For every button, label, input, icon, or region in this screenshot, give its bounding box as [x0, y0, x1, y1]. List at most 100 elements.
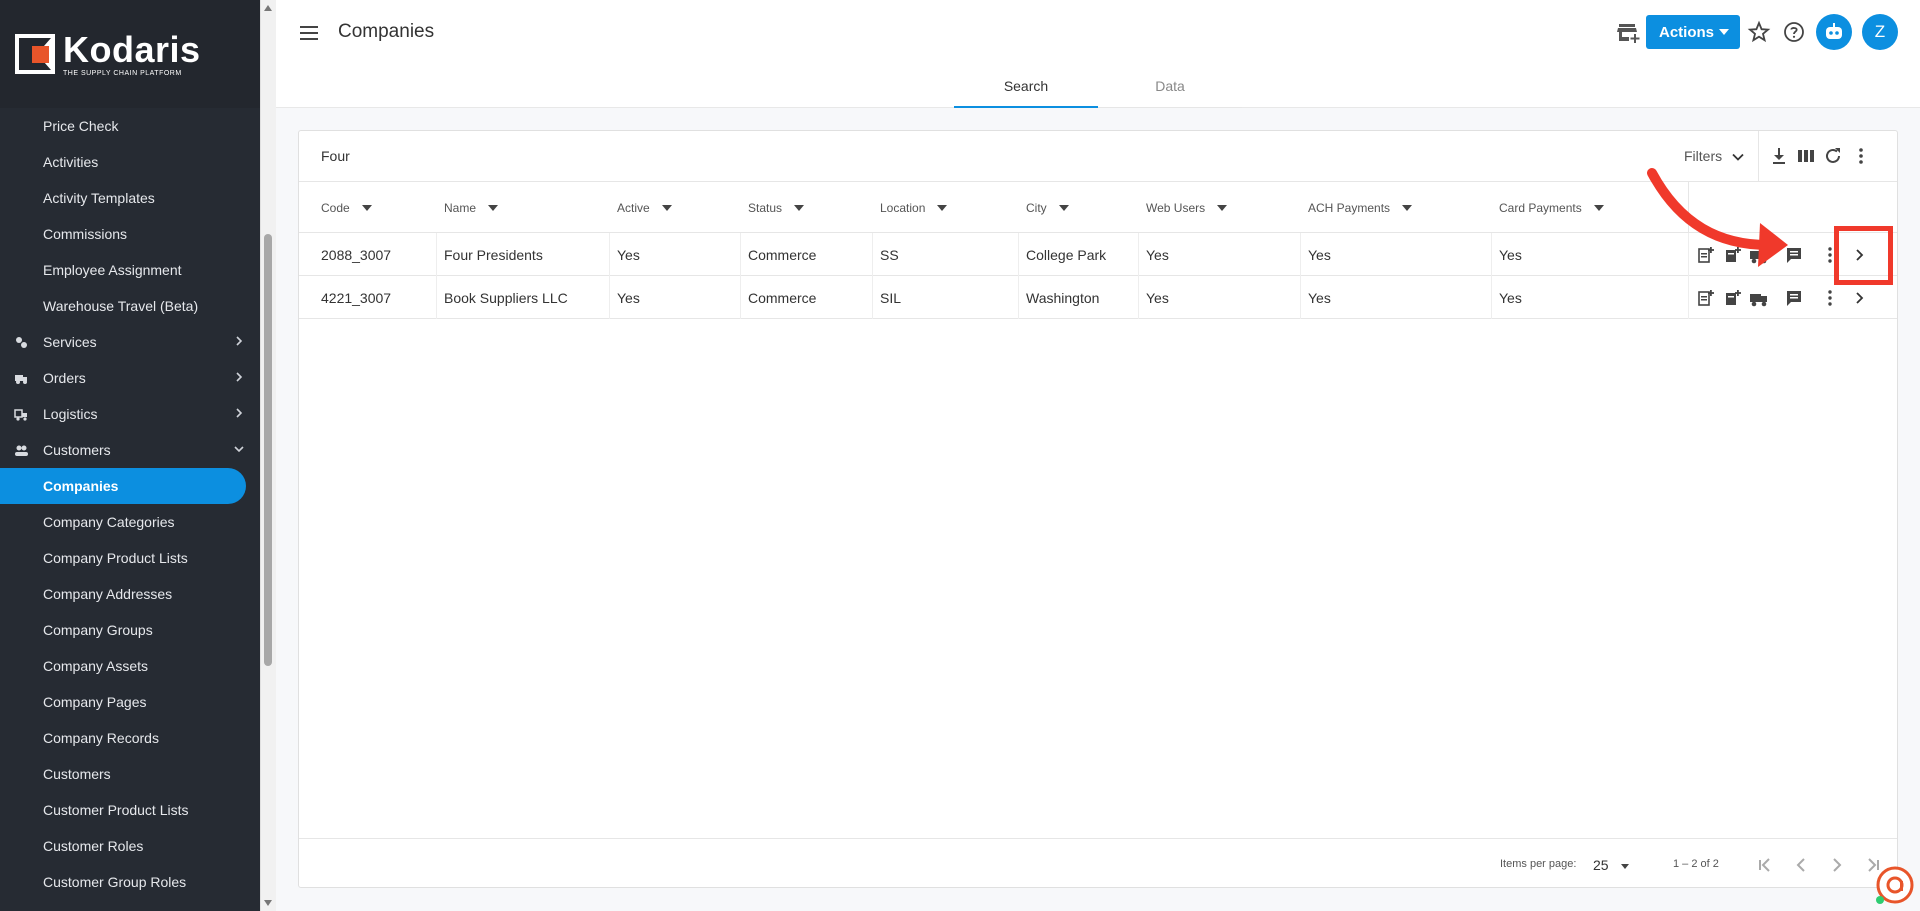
sidebar-item-customers[interactable]: Customers: [0, 756, 260, 792]
column-header-ach-payments[interactable]: ACH Payments: [1308, 182, 1413, 233]
sidebar-item-company-groups[interactable]: Company Groups: [0, 612, 260, 648]
previous-page-icon[interactable]: [1791, 855, 1811, 875]
column-header-label: Code: [321, 200, 350, 215]
truck-icon: [15, 375, 27, 384]
scroll-up-arrow-icon[interactable]: [262, 2, 274, 14]
items-per-page-label: Items per page:: [1500, 858, 1577, 870]
columns-icon[interactable]: [1795, 145, 1817, 167]
sidebar-item-customers[interactable]: Customers: [0, 432, 260, 468]
first-page-icon[interactable]: [1755, 855, 1775, 875]
column-header-code[interactable]: Code: [321, 182, 372, 233]
column-header-name[interactable]: Name: [444, 182, 499, 233]
sidebar-item-price-check[interactable]: Price Check: [0, 108, 260, 144]
tab-data[interactable]: Data: [1098, 70, 1242, 108]
download-icon[interactable]: [1768, 145, 1790, 167]
sidebar-item-company-addresses[interactable]: Company Addresses: [0, 576, 260, 612]
sort-caret-icon[interactable]: [661, 204, 672, 211]
sidebar-item-company-categories[interactable]: Company Categories: [0, 504, 260, 540]
next-page-icon[interactable]: [1827, 855, 1847, 875]
comment-icon[interactable]: [1784, 288, 1804, 308]
kodaris-logo-icon: [15, 34, 55, 74]
sidebar-item-customer-product-lists[interactable]: Customer Product Lists: [0, 792, 260, 828]
column-header-active[interactable]: Active: [617, 182, 672, 233]
sidebar-item-warehouse-travel-beta[interactable]: Warehouse Travel (Beta): [0, 288, 260, 324]
column-header-web-users[interactable]: Web Users: [1146, 182, 1228, 233]
sort-caret-icon[interactable]: [794, 204, 805, 211]
refresh-icon[interactable]: [1822, 145, 1844, 167]
tab-search[interactable]: Search: [954, 70, 1098, 108]
column-divider: [740, 233, 741, 276]
sidebar-item-customer-roles[interactable]: Customer Roles: [0, 828, 260, 864]
brand-tagline: THE SUPPLY CHAIN PLATFORM: [63, 69, 182, 77]
sidebar-item-company-product-lists[interactable]: Company Product Lists: [0, 540, 260, 576]
sidebar-item-commissions[interactable]: Commissions: [0, 216, 260, 252]
column-header-label: Web Users: [1146, 200, 1206, 215]
cell-code: 2088_3007: [321, 246, 392, 263]
caret-down-icon[interactable]: [1621, 864, 1629, 869]
more-vert-icon[interactable]: [1850, 145, 1872, 167]
sidebar-scroll-thumb[interactable]: [264, 234, 272, 666]
column-header-card-payments[interactable]: Card Payments: [1499, 182, 1604, 233]
chevron-right-icon[interactable]: [1850, 288, 1870, 308]
more-vert-icon[interactable]: [1820, 288, 1840, 308]
chevron-down-icon[interactable]: [1731, 150, 1745, 164]
sidebar-item-customer-group-roles[interactable]: Customer Group Roles: [0, 864, 260, 900]
sidebar-item-company-pages[interactable]: Company Pages: [0, 684, 260, 720]
chat-support-icon[interactable]: [1875, 865, 1915, 905]
sidebar-item-activity-templates[interactable]: Activity Templates: [0, 180, 260, 216]
column-header-status[interactable]: Status: [748, 182, 805, 233]
items-per-page-select[interactable]: 25: [1593, 857, 1609, 873]
chevron-down-icon: [234, 446, 244, 453]
sort-caret-icon[interactable]: [1593, 204, 1604, 211]
table-row[interactable]: 4221_3007 Book Suppliers LLC Yes Commerce SI…: [299, 276, 1897, 319]
sidebar-item-company-records[interactable]: Company Records: [0, 720, 260, 756]
sidebar-item-company-assets[interactable]: Company Assets: [0, 648, 260, 684]
delivery-truck-icon[interactable]: [1749, 288, 1769, 308]
user-avatar[interactable]: Z: [1862, 14, 1898, 50]
column-divider: [609, 233, 610, 276]
sort-caret-icon[interactable]: [1217, 204, 1228, 211]
cell-ach-payments: Yes: [1308, 246, 1331, 263]
sidebar-item-label: Warehouse Travel (Beta): [43, 298, 199, 314]
cell-card-payments: Yes: [1499, 289, 1522, 306]
logistics-icon: [14, 409, 27, 421]
sidebar-item-label: Commissions: [43, 226, 128, 242]
column-header-city[interactable]: City: [1026, 182, 1069, 233]
add-note-icon[interactable]: [1695, 288, 1715, 308]
people-icon: [15, 445, 28, 456]
sort-caret-icon[interactable]: [361, 204, 372, 211]
sidebar-item-employee-assignment[interactable]: Employee Assignment: [0, 252, 260, 288]
sort-caret-icon[interactable]: [1058, 204, 1069, 211]
hamburger-menu-icon[interactable]: [298, 22, 320, 44]
filters-button[interactable]: Filters: [1684, 148, 1722, 164]
sidebar-item-label: Company Records: [43, 730, 159, 746]
star-icon[interactable]: [1747, 20, 1771, 44]
sidebar-item-activities[interactable]: Activities: [0, 144, 260, 180]
sidebar-item-pricing-discounting[interactable]: $Pricing & Discounting: [0, 900, 260, 911]
sort-caret-icon[interactable]: [1402, 204, 1413, 211]
sort-caret-icon[interactable]: [488, 204, 499, 211]
sidebar-item-companies[interactable]: Companies: [0, 468, 246, 504]
logo[interactable]: Kodaris THE SUPPLY CHAIN PLATFORM: [0, 0, 260, 108]
services-icon: [16, 337, 27, 348]
sidebar-item-logistics[interactable]: Logistics: [0, 396, 260, 432]
annotation-arrow: [1647, 168, 1788, 267]
sidebar-item-orders[interactable]: Orders: [0, 360, 260, 396]
sidebar-item-label: Company Groups: [43, 622, 153, 638]
sort-caret-icon[interactable]: [937, 204, 948, 211]
actions-button[interactable]: Actions: [1646, 15, 1740, 49]
column-header-location[interactable]: Location: [880, 182, 948, 233]
cell-card-payments: Yes: [1499, 246, 1522, 263]
cell-status: Commerce: [748, 246, 817, 263]
help-icon[interactable]: [1782, 20, 1806, 44]
search-input[interactable]: Four: [321, 148, 350, 164]
scroll-down-arrow-icon[interactable]: [262, 897, 274, 909]
add-document-icon[interactable]: [1722, 288, 1742, 308]
sidebar-item-services[interactable]: Services: [0, 324, 260, 360]
cell-status: Commerce: [748, 289, 817, 306]
add-store-icon[interactable]: [1616, 20, 1642, 46]
assistant-bot-button[interactable]: [1816, 14, 1852, 50]
column-divider: [872, 233, 873, 276]
cell-ach-payments: Yes: [1308, 289, 1331, 306]
cell-city: College Park: [1026, 246, 1107, 263]
